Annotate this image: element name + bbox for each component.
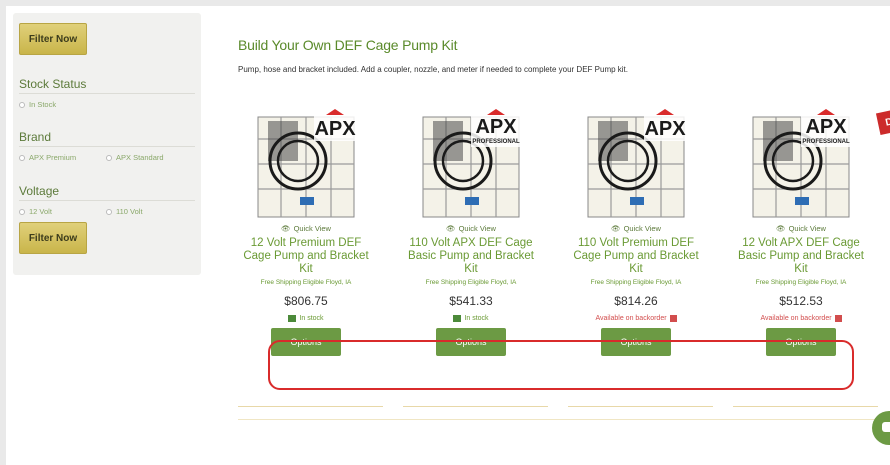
eye-icon: 👁 xyxy=(776,224,786,233)
filter-option-apx-standard[interactable]: APX Standard xyxy=(106,153,164,162)
product-card: APX 👁 Quick View 110 Volt Premium DEF Ca… xyxy=(561,109,711,356)
box-icon xyxy=(288,315,297,322)
stock-label: Available on backorder xyxy=(595,315,667,322)
svg-text:APX: APX xyxy=(644,118,686,140)
divider xyxy=(19,93,195,94)
filter-now-button-top[interactable]: Filter Now xyxy=(19,23,87,55)
product-image[interactable]: APX xyxy=(256,109,356,219)
quick-view-link[interactable]: 👁 Quick View xyxy=(396,224,546,233)
stock-status-heading: Stock Status xyxy=(19,77,87,91)
divider xyxy=(733,406,878,407)
promo-badge[interactable]: D xyxy=(875,108,890,136)
filter-option-110-volt[interactable]: 110 Volt xyxy=(106,207,143,216)
filter-option-12-volt[interactable]: 12 Volt xyxy=(19,207,52,216)
product-image[interactable]: APX PROFESSIONAL xyxy=(751,109,851,219)
option-label: APX Premium xyxy=(29,153,77,162)
page-frame: Filter Now Stock Status In Stock Brand A… xyxy=(6,6,890,465)
filter-option-in-stock[interactable]: In Stock xyxy=(19,100,56,109)
product-price: $541.33 xyxy=(449,294,493,308)
divider xyxy=(19,146,195,147)
quick-view-label: Quick View xyxy=(458,224,496,233)
page-title: Build Your Own DEF Cage Pump Kit xyxy=(238,37,458,53)
divider xyxy=(19,200,195,201)
radio-icon[interactable] xyxy=(19,101,25,108)
eye-icon: 👁 xyxy=(611,224,621,233)
quick-view-label: Quick View xyxy=(788,224,826,233)
stock-status: Available on backorder xyxy=(561,315,711,322)
quick-view-label: Quick View xyxy=(293,224,331,233)
divider xyxy=(238,419,878,420)
radio-icon[interactable] xyxy=(106,154,112,161)
eye-icon: 👁 xyxy=(446,224,456,233)
brand-heading: Brand xyxy=(19,130,52,144)
backorder-icon xyxy=(834,315,842,322)
svg-text:PROFESSIONAL: PROFESSIONAL xyxy=(472,139,520,145)
chat-icon[interactable] xyxy=(872,411,890,445)
product-title-link[interactable]: 110 Volt Premium DEF Cage Pump and Brack… xyxy=(561,237,711,276)
option-label: 12 Volt xyxy=(29,207,52,216)
box-icon xyxy=(453,315,462,322)
stock-label: In stock xyxy=(299,315,324,322)
page-description: Pump, hose and bracket included. Add a c… xyxy=(238,65,628,74)
option-label: APX Standard xyxy=(116,153,164,162)
radio-icon[interactable] xyxy=(19,208,25,215)
quick-view-link[interactable]: 👁 Quick View xyxy=(561,224,711,233)
quick-view-label: Quick View xyxy=(623,224,661,233)
stock-status: In stock xyxy=(396,315,546,322)
option-label: In Stock xyxy=(29,100,57,109)
shipping-note: Free Shipping Eligible Floyd, IA xyxy=(755,279,847,286)
radio-icon[interactable] xyxy=(19,154,25,161)
product-card: APX 👁 Quick View 12 Volt Premium DEF Cag… xyxy=(231,109,381,356)
stock-label: In stock xyxy=(464,315,489,322)
filter-option-apx-premium[interactable]: APX Premium xyxy=(19,153,76,162)
stock-status: Available on backorder xyxy=(726,315,876,322)
def-cage-tank-image: APX PROFESSIONAL xyxy=(752,109,851,218)
quick-view-link[interactable]: 👁 Quick View xyxy=(726,224,876,233)
product-title-link[interactable]: 12 Volt Premium DEF Cage Pump and Bracke… xyxy=(231,237,381,276)
eye-icon: 👁 xyxy=(281,224,291,233)
shipping-note: Free Shipping Eligible Floyd, IA xyxy=(260,279,352,286)
shipping-note: Free Shipping Eligible Floyd, IA xyxy=(425,279,517,286)
def-cage-tank-image: APX xyxy=(257,109,356,218)
divider xyxy=(238,406,383,407)
svg-text:APX: APX xyxy=(475,116,517,138)
product-image[interactable]: APX PROFESSIONAL xyxy=(421,109,521,219)
product-price: $814.26 xyxy=(614,294,658,308)
backorder-icon xyxy=(669,315,677,322)
product-card: APX PROFESSIONAL 👁 Quick View 12 Volt AP… xyxy=(726,109,876,356)
svg-text:APX: APX xyxy=(314,118,356,140)
shipping-note: Free Shipping Eligible Floyd, IA xyxy=(590,279,682,286)
product-card: APX PROFESSIONAL 👁 Quick View 110 Volt A… xyxy=(396,109,546,356)
radio-icon[interactable] xyxy=(106,208,112,215)
voltage-heading: Voltage xyxy=(19,184,60,198)
quick-view-link[interactable]: 👁 Quick View xyxy=(231,224,381,233)
option-label: 110 Volt xyxy=(116,207,143,216)
svg-text:PROFESSIONAL: PROFESSIONAL xyxy=(802,139,850,145)
filter-now-button-bottom[interactable]: Filter Now xyxy=(19,222,87,254)
product-title-link[interactable]: 12 Volt APX DEF Cage Basic Pump and Brac… xyxy=(726,237,876,276)
product-image[interactable]: APX xyxy=(586,109,686,219)
product-title-link[interactable]: 110 Volt APX DEF Cage Basic Pump and Bra… xyxy=(396,237,546,276)
stock-status: In stock xyxy=(231,315,381,322)
annotation-highlight xyxy=(268,340,854,390)
divider xyxy=(403,406,548,407)
product-price: $806.75 xyxy=(284,294,328,308)
filter-sidebar: Filter Now Stock Status In Stock Brand A… xyxy=(13,13,201,275)
divider xyxy=(568,406,713,407)
stock-label: Available on backorder xyxy=(760,315,832,322)
def-cage-tank-image: APX xyxy=(587,109,686,218)
product-price: $512.53 xyxy=(779,294,823,308)
svg-text:APX: APX xyxy=(805,116,847,138)
def-cage-tank-image: APX PROFESSIONAL xyxy=(422,109,521,218)
